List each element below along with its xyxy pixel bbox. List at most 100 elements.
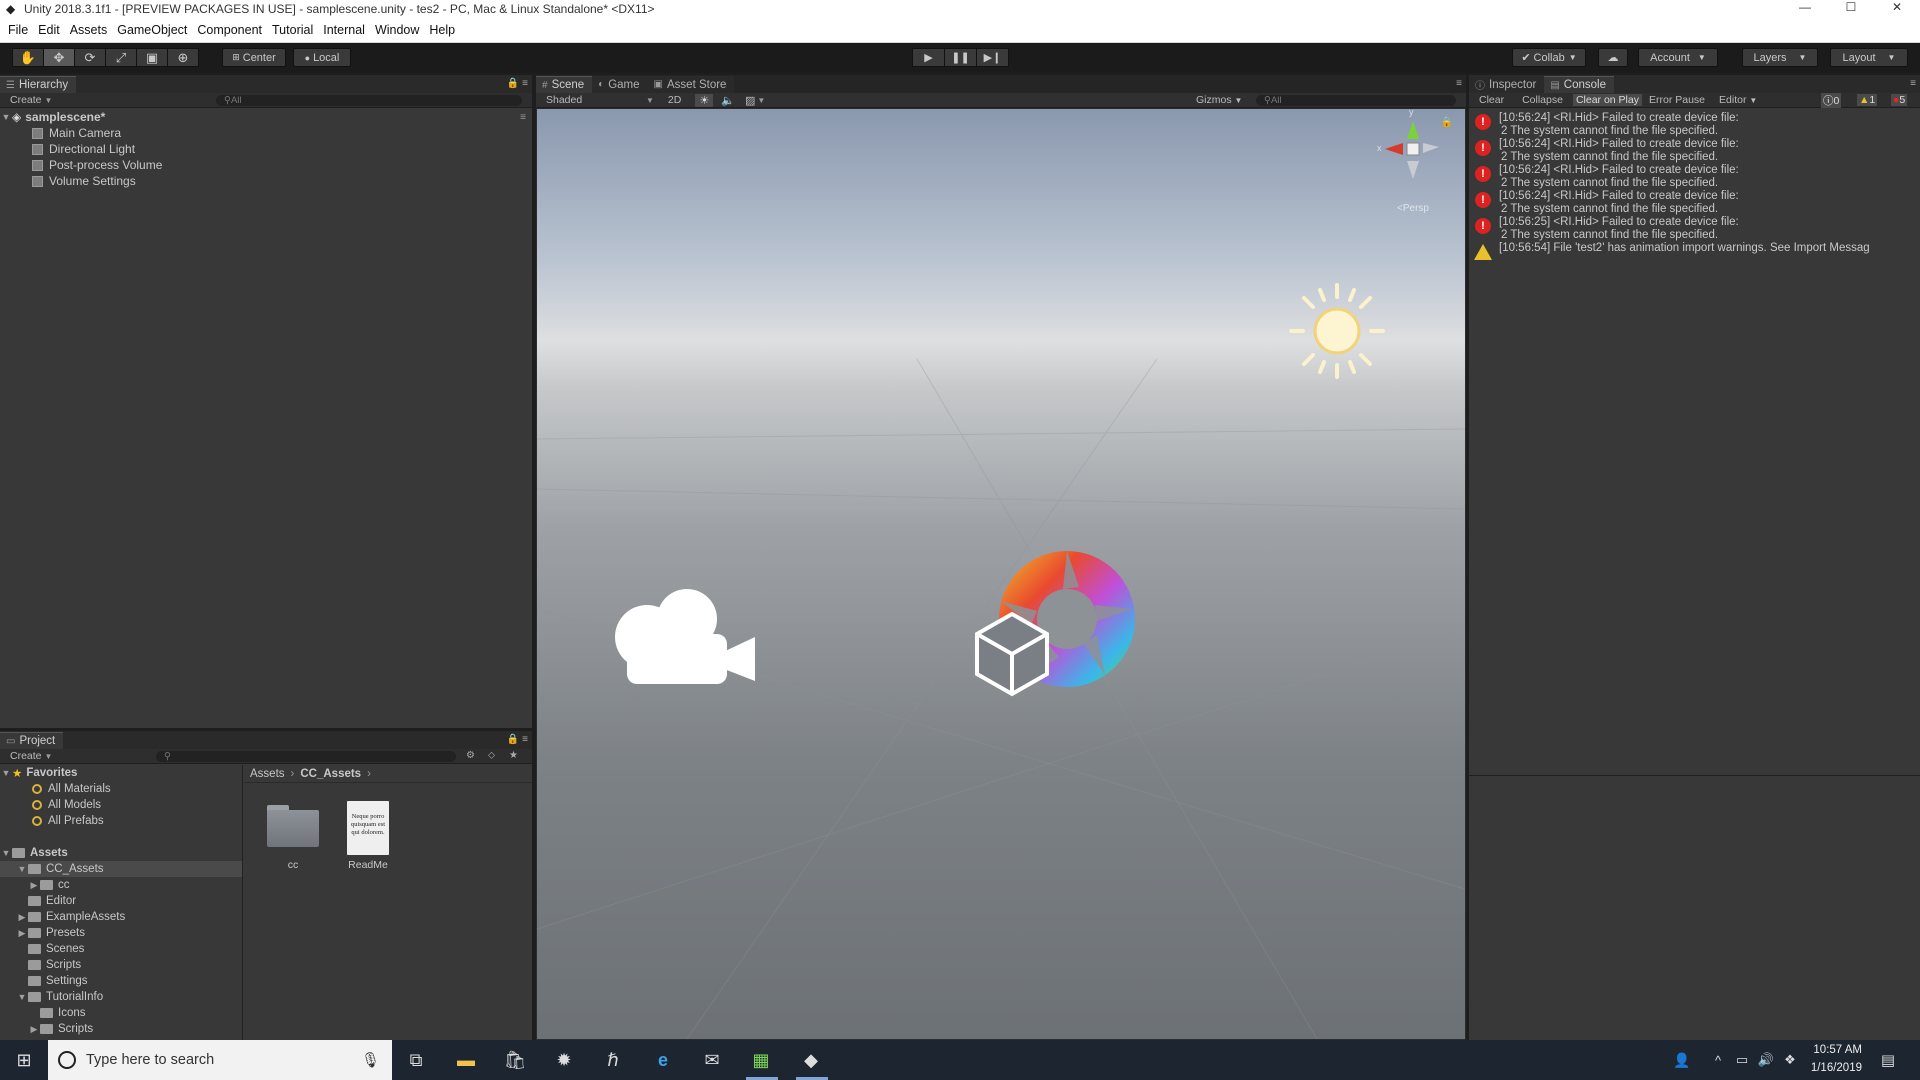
expand-arrow-icon[interactable]: ▼	[0, 112, 12, 122]
play-icon[interactable]: ▶	[912, 48, 945, 67]
console-entry[interactable]: ! [10:56:25] <RI.Hid> Failed to create de…	[1469, 214, 1920, 241]
clock-time[interactable]: 10:57 AM	[1800, 1044, 1862, 1056]
expand-arrow-icon[interactable]: ▼	[0, 848, 12, 858]
asset-folder-row[interactable]: ▶ ExampleAssets	[0, 909, 242, 925]
cloud-icon[interactable]: ☁	[1598, 48, 1628, 67]
menu-edit[interactable]: Edit	[38, 23, 60, 37]
layout-dropdown[interactable]: Layout ▼	[1830, 48, 1908, 67]
main-camera-gizmo-icon[interactable]	[607, 579, 767, 689]
asset-folder-row[interactable]: Scripts	[0, 957, 242, 973]
project-search-input[interactable]: ⚲	[156, 751, 456, 762]
post-process-volume-icon[interactable]	[967, 549, 1137, 699]
mail-icon[interactable]: ✉	[700, 1048, 724, 1072]
breadcrumb-cc-assets[interactable]: CC_Assets	[300, 768, 361, 780]
asset-folder-row[interactable]: Settings	[0, 973, 242, 989]
console-entry[interactable]: ! [10:56:24] <RI.Hid> Failed to create de…	[1469, 162, 1920, 189]
expand-arrow-icon[interactable]: ▶	[28, 880, 40, 891]
asset-folder-row[interactable]: ▼ CC_Assets	[0, 861, 242, 877]
tab-console[interactable]: ▤ Console	[1544, 76, 1614, 93]
scene-effects-icon[interactable]: ▨	[745, 94, 755, 107]
favorites-row[interactable]: ▼ ★ Favorites	[0, 765, 242, 781]
expand-arrow-icon[interactable]: ▼	[16, 864, 28, 874]
favorite-star-icon[interactable]: ★	[509, 750, 518, 761]
directional-light-sun-icon[interactable]	[1287, 281, 1387, 381]
asset-folder-row[interactable]: ▶ Scripts	[0, 1021, 242, 1037]
asset-folder-row[interactable]: ▶ Presets	[0, 925, 242, 941]
collab-button[interactable]: ✔ Collab ▼	[1512, 48, 1586, 67]
scene-viewport[interactable]: y x <Persp 🔒	[537, 109, 1465, 1039]
breadcrumb-assets[interactable]: Assets	[250, 768, 285, 780]
menu-window[interactable]: Window	[375, 23, 419, 37]
project-create-button[interactable]: Create	[10, 750, 42, 762]
asset-item-readme[interactable]: Neque porro quisquam est qui dolorem. Re…	[336, 801, 400, 871]
move-tool-icon[interactable]: ✥	[43, 48, 75, 67]
edge-browser-icon[interactable]: e	[651, 1048, 675, 1072]
scene-lighting-icon[interactable]: ☀	[695, 93, 714, 107]
maximize-button[interactable]: ☐	[1828, 0, 1874, 18]
warning-count-toggle[interactable]: ▲1	[1857, 94, 1878, 106]
tab-hierarchy[interactable]: ☰ Hierarchy	[0, 76, 77, 93]
clock-date[interactable]: 1/16/2019	[1800, 1062, 1862, 1074]
lock-icon[interactable]: 🔒	[1441, 117, 1453, 128]
console-entry[interactable]: ! [10:56:24] <RI.Hid> Failed to create de…	[1469, 110, 1920, 137]
hierarchy-item-directional-light[interactable]: Directional Light	[0, 141, 532, 157]
transform-tool-icon[interactable]: ⊕	[167, 48, 199, 67]
expand-arrow-icon[interactable]: ▶	[28, 1024, 40, 1035]
toggle-2d-button[interactable]: 2D	[668, 94, 681, 106]
scene-menu-icon[interactable]: ≡	[520, 112, 526, 123]
menu-assets[interactable]: Assets	[70, 23, 108, 37]
file-explorer-icon[interactable]: ▬	[454, 1048, 478, 1072]
favorite-item-all-models[interactable]: All Models	[0, 797, 242, 813]
tab-asset-store[interactable]: ▣ Asset Store	[647, 76, 735, 93]
action-center-icon[interactable]: ▤	[1876, 1048, 1900, 1072]
console-collapse-button[interactable]: Collapse	[1522, 94, 1563, 106]
asset-folder-row[interactable]: ▶ cc	[0, 877, 242, 893]
asset-folder-row[interactable]: Editor	[0, 893, 242, 909]
favorite-item-all-prefabs[interactable]: All Prefabs	[0, 813, 242, 829]
task-view-icon[interactable]: ⧉	[404, 1048, 428, 1072]
account-button[interactable]: Account ▼	[1638, 48, 1718, 67]
menu-help[interactable]: Help	[429, 23, 455, 37]
hierarchy-item-main-camera[interactable]: Main Camera	[0, 125, 532, 141]
app-green-icon[interactable]: ▦	[749, 1048, 773, 1072]
scene-orientation-gizmo[interactable]: y x <Persp	[1367, 109, 1447, 214]
hierarchy-item-post-process-volume[interactable]: Post-process Volume	[0, 157, 532, 173]
dropbox-icon[interactable]: ❖	[1778, 1048, 1802, 1072]
menu-internal[interactable]: Internal	[323, 23, 365, 37]
taskbar-search-box[interactable]: Type here to search 🎙	[48, 1040, 392, 1080]
scene-root-row[interactable]: ▼ ◈ samplescene* ≡	[0, 109, 532, 125]
favorite-item-all-materials[interactable]: All Materials	[0, 781, 242, 797]
assets-root-row[interactable]: ▼ Assets	[0, 845, 242, 861]
minimize-button[interactable]: —	[1782, 0, 1828, 18]
unity-taskbar-icon[interactable]: ◆	[799, 1048, 823, 1072]
tray-overflow-chevron-icon[interactable]: ^	[1706, 1048, 1730, 1072]
shading-mode-dropdown[interactable]: Shaded	[546, 94, 654, 106]
panel-menu-icon[interactable]: 🔒 ≡	[507, 734, 528, 745]
expand-arrow-icon[interactable]: ▼	[0, 768, 12, 778]
asset-folder-row[interactable]: ▼ TutorialInfo	[0, 989, 242, 1005]
gizmos-dropdown[interactable]: Gizmos ▼	[1196, 94, 1242, 106]
volume-icon[interactable]: 🔊	[1754, 1048, 1778, 1072]
asset-folder-row[interactable]: Icons	[0, 1005, 242, 1021]
pivot-local-button[interactable]: ● Local	[293, 48, 351, 67]
pivot-center-button[interactable]: ⊞ Center	[222, 48, 286, 67]
panel-menu-icon[interactable]: ≡	[1456, 78, 1462, 89]
microsoft-store-icon[interactable]: 🛍	[503, 1048, 527, 1072]
scene-audio-icon[interactable]: 🔈	[721, 94, 735, 107]
console-entry[interactable]: ! [10:56:24] <RI.Hid> Failed to create de…	[1469, 136, 1920, 163]
rect-tool-icon[interactable]: ▣	[136, 48, 168, 67]
expand-arrow-icon[interactable]: ▼	[16, 992, 28, 1002]
app-gear-icon[interactable]: ✹	[552, 1048, 576, 1072]
asset-item-cc[interactable]: cc	[264, 803, 322, 871]
tab-game[interactable]: ◐ Game	[592, 76, 648, 93]
log-count-toggle[interactable]: ⓘ0	[1821, 92, 1842, 108]
scene-search-input[interactable]: ⚲All	[1256, 95, 1456, 106]
error-count-toggle[interactable]: ●5	[1891, 94, 1908, 106]
expand-arrow-icon[interactable]: ▶	[16, 928, 28, 939]
perspective-label[interactable]: <Persp	[1397, 203, 1429, 214]
step-icon[interactable]: ▶❙	[976, 48, 1009, 67]
scale-tool-icon[interactable]: ⤢	[105, 48, 137, 67]
panel-menu-icon[interactable]: 🔒 ≡	[507, 78, 528, 89]
layers-dropdown[interactable]: Layers ▼	[1742, 48, 1818, 67]
console-entry[interactable]: [10:56:54] File 'test2' has animation im…	[1469, 240, 1920, 266]
